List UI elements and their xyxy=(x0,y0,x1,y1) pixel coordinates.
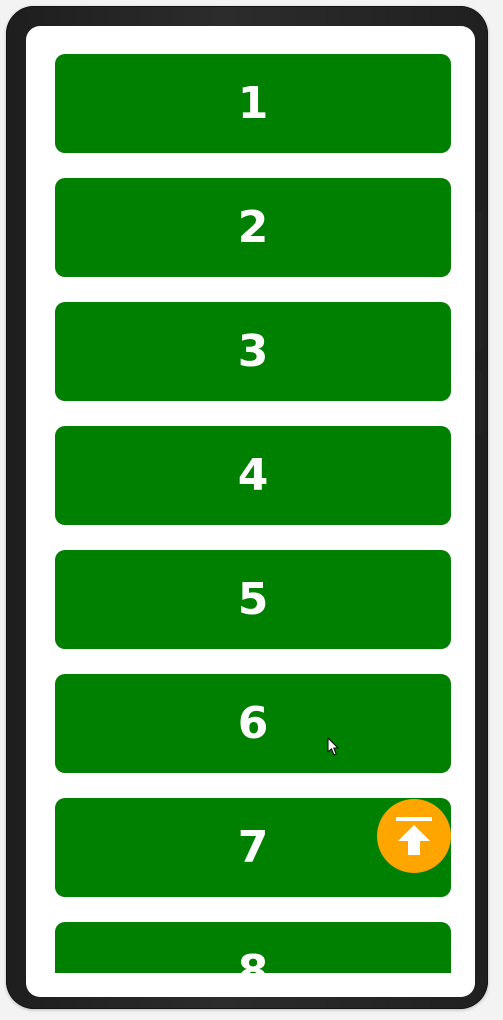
list-item[interactable]: 6 xyxy=(55,674,451,773)
list-item[interactable]: 8 xyxy=(55,922,451,973)
list-item-label: 8 xyxy=(237,946,269,973)
device-screen: 1 2 3 4 5 6 7 8 xyxy=(26,26,475,997)
list-item-label: 6 xyxy=(237,698,269,749)
list-item[interactable]: 2 xyxy=(55,178,451,277)
list-item-label: 1 xyxy=(237,78,269,129)
list-item-label: 4 xyxy=(237,450,269,501)
list-item[interactable]: 1 xyxy=(55,54,451,153)
list-item-label: 5 xyxy=(237,574,269,625)
mouse-cursor-icon xyxy=(327,737,339,756)
list-item[interactable]: 5 xyxy=(55,550,451,649)
list-item-label: 2 xyxy=(237,202,269,253)
list-item-label: 7 xyxy=(237,822,269,873)
scroll-to-top-button[interactable] xyxy=(377,799,451,873)
list-item[interactable]: 4 xyxy=(55,426,451,525)
arrow-up-to-top-icon xyxy=(396,817,432,855)
list-item[interactable]: 3 xyxy=(55,302,451,401)
list-item-label: 3 xyxy=(237,326,269,377)
device-frame: 1 2 3 4 5 6 7 8 xyxy=(6,6,488,1009)
